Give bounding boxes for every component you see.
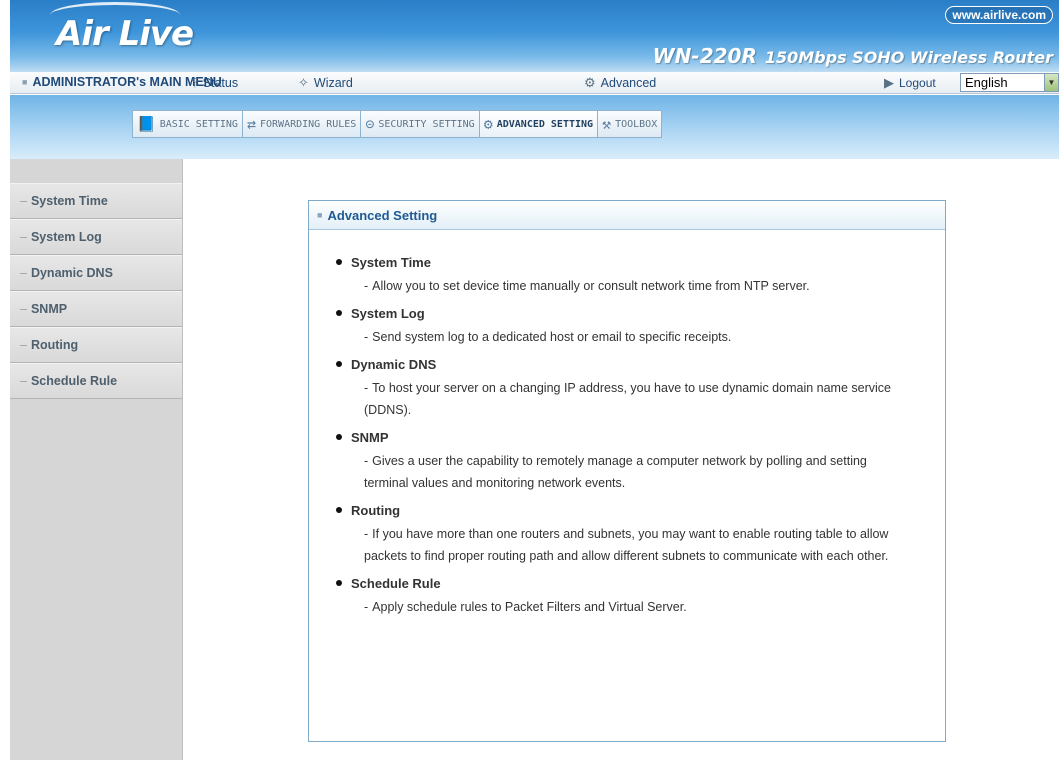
sidebar-item-label: SNMP — [30, 302, 68, 316]
model-title: WN-220R 150Mbps SOHO Wireless Router — [653, 44, 1053, 68]
settings-tab-bar: 📘 BASIC SETTING ⇄ FORWARDING RULES ⊝ SEC… — [10, 95, 1059, 159]
language-select[interactable]: English ▼ — [960, 73, 1059, 92]
bullet-icon — [336, 507, 342, 513]
section-description: Allow you to set device time manually or… — [372, 279, 810, 293]
tab-basic-setting[interactable]: 📘 BASIC SETTING — [132, 110, 242, 138]
panel-title: Advanced Setting — [327, 207, 438, 223]
site-url-link[interactable]: www.airlive.com — [945, 6, 1053, 24]
arrows-icon: ⇄ — [246, 115, 256, 133]
panel-square-icon: ■ — [317, 210, 323, 220]
sidebar-item-routing[interactable]: – Routing — [10, 327, 182, 363]
section-title: SNMP — [351, 429, 389, 445]
toolbox-icon: ⚒ — [602, 115, 612, 133]
section-system-time: System Time - Allow you to set device tim… — [336, 252, 945, 297]
section-description: To host your server on a changing IP add… — [364, 381, 891, 417]
tab-list: 📘 BASIC SETTING ⇄ FORWARDING RULES ⊝ SEC… — [132, 110, 663, 138]
menu-wizard[interactable]: ✧ Wizard — [298, 75, 353, 91]
menu-wizard-label: Wizard — [313, 76, 353, 90]
section-schedule-rule: Schedule Rule - Apply schedule rules to P… — [336, 573, 945, 618]
sidebar-item-system-time[interactable]: – System Time — [10, 183, 182, 219]
logout-label: Logout — [899, 76, 936, 90]
menu-square-icon: ■ — [22, 77, 28, 87]
advanced-icon: ⚙ — [584, 75, 596, 90]
logout-link[interactable]: ▶ Logout — [884, 75, 936, 91]
section-dynamic-dns: Dynamic DNS - To host your server on a ch… — [336, 354, 945, 421]
section-title: Routing — [351, 502, 401, 518]
sidebar-item-label: System Time — [30, 194, 108, 208]
lock-icon: ⊝ — [365, 115, 375, 133]
section-description: If you have more than one routers and su… — [364, 527, 889, 563]
tab-security-setting-label: SECURITY SETTING — [378, 118, 475, 130]
chevron-down-icon[interactable]: ▼ — [1044, 74, 1058, 91]
bullet-icon — [336, 434, 342, 440]
sidebar-item-snmp[interactable]: – SNMP — [10, 291, 182, 327]
sidebar-item-label: Schedule Rule — [30, 374, 118, 388]
tab-toolbox[interactable]: ⚒ TOOLBOX — [597, 110, 663, 138]
section-description: Send system log to a dedicated host or e… — [372, 330, 732, 344]
menu-advanced[interactable]: ⚙ Advanced — [584, 75, 656, 91]
panel-body: System Time - Allow you to set device tim… — [309, 230, 945, 618]
section-description: Gives a user the capability to remotely … — [364, 454, 867, 490]
section-title: Schedule Rule — [351, 575, 441, 591]
tab-security-setting[interactable]: ⊝ SECURITY SETTING — [360, 110, 479, 138]
bullet-icon — [336, 310, 342, 316]
language-select-value: English — [965, 75, 1008, 90]
section-routing: Routing - If you have more than one route… — [336, 500, 945, 567]
main-menu-bar: ■ ADMINISTRATOR's MAIN MENU ⫯ Status ✧ W… — [10, 72, 1059, 94]
sidebar-item-label: System Log — [30, 230, 102, 244]
model-name: WN-220R — [652, 44, 757, 68]
advanced-setting-panel: ■ Advanced Setting System Time - Allow yo… — [308, 200, 946, 742]
menu-advanced-label: Advanced — [600, 76, 657, 90]
bullet-icon — [336, 259, 342, 265]
tab-advanced-setting[interactable]: ⚙ ADVANCED SETTING — [478, 110, 598, 138]
sidebar-item-label: Dynamic DNS — [30, 266, 113, 280]
section-system-log: System Log - Send system log to a dedicat… — [336, 303, 945, 348]
sidebar: – System Time – System Log – Dynamic DNS… — [10, 159, 183, 760]
wizard-icon: ✧ — [298, 75, 309, 90]
tab-toolbox-label: TOOLBOX — [615, 118, 658, 130]
sidebar-item-label: Routing — [30, 338, 79, 352]
bullet-icon — [336, 580, 342, 586]
sidebar-item-dynamic-dns[interactable]: – Dynamic DNS — [10, 255, 182, 291]
status-icon: ⫯ — [192, 75, 198, 90]
section-snmp: SNMP - Gives a user the capability to rem… — [336, 427, 945, 494]
tab-forwarding-rules-label: FORWARDING RULES — [260, 118, 357, 130]
menu-status[interactable]: ⫯ Status — [192, 75, 238, 91]
section-title: System Log — [351, 305, 425, 321]
section-description: Apply schedule rules to Packet Filters a… — [372, 600, 687, 614]
section-title: System Time — [351, 254, 431, 270]
tab-basic-setting-label: BASIC SETTING — [159, 118, 238, 130]
menu-status-label: Status — [202, 76, 239, 90]
triangle-right-icon: ▶ — [884, 75, 894, 90]
section-title: Dynamic DNS — [351, 356, 437, 372]
sidebar-item-system-log[interactable]: – System Log — [10, 219, 182, 255]
gear-icon: ⚙ — [483, 115, 493, 133]
model-description: 150Mbps SOHO Wireless Router — [764, 48, 1053, 67]
bullet-icon — [336, 361, 342, 367]
airlive-logo: Air Live — [56, 14, 194, 54]
book-icon: 📘 — [137, 115, 156, 133]
tab-forwarding-rules[interactable]: ⇄ FORWARDING RULES — [241, 110, 361, 138]
sidebar-item-schedule-rule[interactable]: – Schedule Rule — [10, 363, 182, 399]
tab-advanced-setting-label: ADVANCED SETTING — [496, 118, 594, 130]
header-banner: Air Live www.airlive.com WN-220R 150Mbps … — [10, 0, 1059, 72]
panel-header: ■ Advanced Setting — [309, 201, 945, 230]
